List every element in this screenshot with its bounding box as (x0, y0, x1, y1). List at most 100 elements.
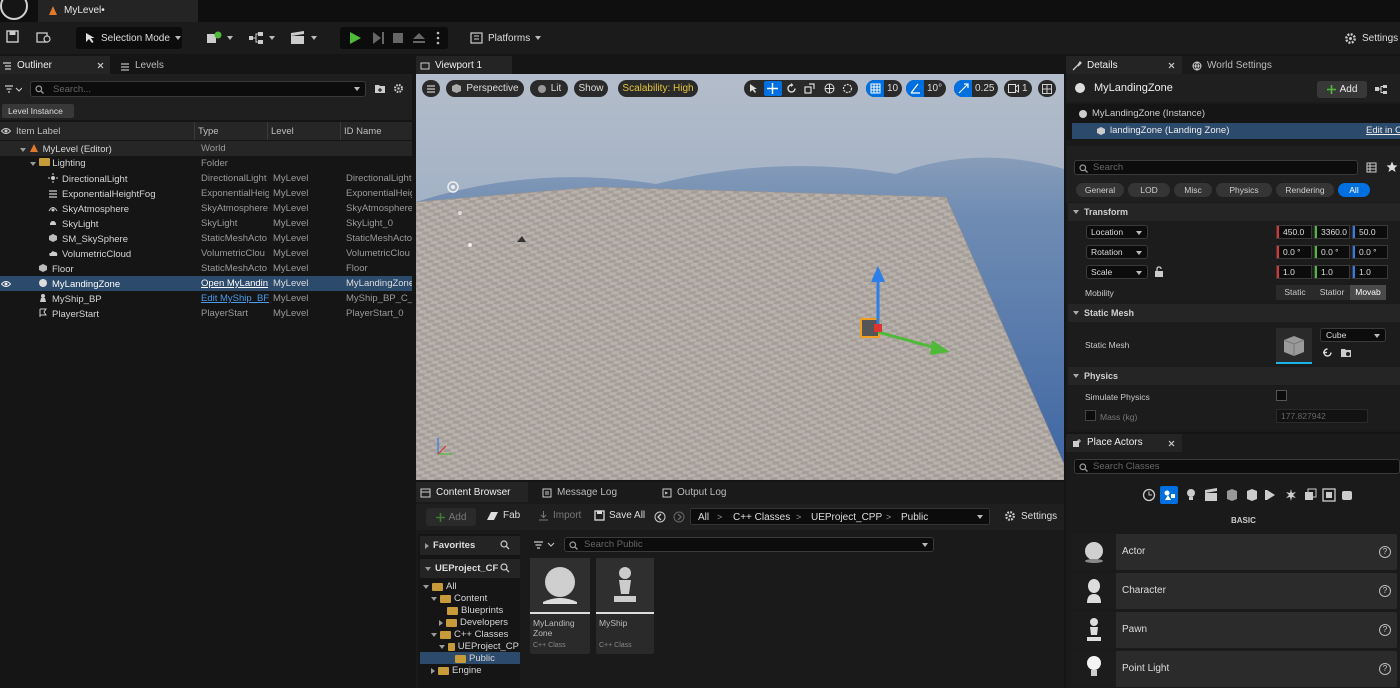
breadcrumb-item[interactable]: All (698, 512, 709, 523)
scale-y-field[interactable]: 1.0 (1314, 265, 1350, 279)
mobility-stationary[interactable]: Statior (1314, 285, 1350, 300)
add-component-button[interactable]: Add (1317, 81, 1367, 98)
perspective-button[interactable]: Perspective (446, 80, 524, 97)
tree-item[interactable]: All (423, 581, 457, 592)
save-icon[interactable] (6, 30, 19, 43)
mesh-thumbnail[interactable] (1276, 328, 1312, 364)
filter-icon[interactable] (4, 84, 22, 94)
grid-snap-button[interactable]: 10 (866, 80, 902, 97)
viewport[interactable] (416, 74, 1064, 480)
breadcrumb-item[interactable]: C++ Classes (733, 512, 790, 523)
surface-snap-icon[interactable] (842, 83, 853, 94)
content-settings-button[interactable]: Settings (1004, 510, 1057, 522)
mass-field[interactable]: 177.827942 (1276, 409, 1368, 423)
back-icon[interactable] (654, 511, 666, 523)
table-row[interactable]: Floor StaticMeshActo MyLevel Floor (0, 261, 412, 276)
search-icon[interactable] (500, 563, 510, 573)
physics-section-header[interactable]: Physics (1068, 367, 1400, 385)
table-row[interactable]: SkyLight SkyLight MyLevel SkyLight_0 (0, 216, 412, 231)
content-add-button[interactable]: Add (426, 508, 476, 526)
level-document-tab[interactable]: MyLevel• (38, 0, 198, 22)
scale-snap-button[interactable]: 0.25 (954, 80, 998, 97)
search-icon[interactable] (500, 540, 510, 550)
scale-z-field[interactable]: 1.0 (1352, 265, 1388, 279)
scalability-button[interactable]: Scalability: High (618, 80, 698, 97)
tab-levels[interactable]: Levels (120, 60, 164, 71)
add-folder-icon[interactable] (374, 83, 386, 94)
visual-effects-icon[interactable] (1225, 488, 1239, 502)
volumes-icon[interactable] (1264, 488, 1278, 502)
table-row[interactable]: DirectionalLight DirectionalLight MyLevel… (0, 171, 412, 186)
geometry-icon[interactable] (1245, 488, 1259, 502)
mobility-static[interactable]: Static (1276, 285, 1314, 300)
filter-lod[interactable]: LOD (1128, 183, 1170, 197)
column-id-name[interactable]: ID Name (344, 123, 381, 139)
help-icon[interactable]: ? (1379, 546, 1391, 558)
help-icon[interactable]: ? (1379, 663, 1391, 675)
rotation-z-field[interactable]: 0.0 ° (1352, 245, 1388, 259)
tab-message-log[interactable]: Message Log (542, 487, 617, 498)
rotation-snap-button[interactable]: 10° (906, 80, 946, 97)
rotation-y-field[interactable]: 0.0 ° (1314, 245, 1350, 259)
table-row[interactable]: Lighting Folder (0, 156, 412, 171)
table-row[interactable]: ExponentialHeightFog ExponentialHeig MyLe… (0, 186, 412, 201)
table-row[interactable]: PlayerStart PlayerStart MyLevel PlayerStar… (0, 306, 412, 321)
level-instance-button[interactable]: Level Instance (2, 104, 74, 118)
table-row[interactable]: MyLevel (Editor) World (0, 141, 412, 156)
scale-dropdown[interactable]: Scale (1086, 265, 1148, 279)
more-options-icon[interactable] (436, 31, 440, 45)
table-row-selected[interactable]: MyLandingZone Open MyLandin MyLevel MyLand… (0, 276, 412, 291)
place-actor-item[interactable]: Point Light? (1072, 651, 1397, 687)
show-button[interactable]: Show (574, 80, 608, 97)
eject-icon[interactable] (412, 31, 426, 45)
table-row[interactable]: MyShip_BP Edit MyShip_BF MyLevel MyShip_BP… (0, 291, 412, 306)
browse-icon[interactable] (1340, 347, 1352, 358)
cinematics-button[interactable] (290, 27, 320, 49)
lights-icon[interactable] (1185, 488, 1197, 502)
gear-icon[interactable] (393, 83, 404, 94)
filter-general[interactable]: General (1076, 183, 1124, 197)
import-button[interactable]: Import (538, 510, 581, 521)
help-icon[interactable]: ? (1379, 585, 1391, 597)
simulate-physics-checkbox[interactable] (1276, 390, 1287, 401)
location-dropdown[interactable]: Location (1086, 225, 1148, 239)
tree-item[interactable]: Developers (439, 617, 508, 628)
tab-output-log[interactable]: Output Log (662, 487, 726, 498)
tree-item[interactable]: Engine (431, 665, 482, 676)
eye-icon[interactable] (1, 127, 11, 135)
outliner-search-input[interactable]: Search... (30, 81, 366, 97)
column-item-label[interactable]: Item Label (16, 123, 60, 139)
star-icon[interactable] (1386, 161, 1398, 173)
table-row[interactable]: SM_SkySphere StaticMeshActo MyLevel Static… (0, 231, 412, 246)
breadcrumb-item[interactable]: Public (901, 512, 928, 523)
details-search-input[interactable]: Search (1074, 160, 1358, 175)
static-mesh-section-header[interactable]: Static Mesh (1068, 304, 1400, 322)
recent-icon[interactable] (1142, 488, 1156, 502)
filter-icon[interactable] (533, 540, 555, 550)
close-icon[interactable] (1168, 62, 1175, 69)
mesh-asset-dropdown[interactable]: Cube (1320, 328, 1386, 342)
help-icon[interactable]: ? (1379, 624, 1391, 636)
places-icon[interactable] (1322, 488, 1336, 502)
location-x-field[interactable]: 450.0 (1276, 225, 1312, 239)
all-classes-icon[interactable] (1284, 488, 1298, 502)
extra-category-icon[interactable] (1340, 488, 1354, 502)
content-history-icon[interactable] (36, 30, 51, 43)
chevron-down-icon[interactable] (977, 515, 983, 519)
place-actor-item[interactable]: Character? (1072, 573, 1397, 609)
filter-rendering[interactable]: Rendering (1276, 183, 1334, 197)
asset-tile[interactable]: MyShip C++ Class (596, 558, 654, 654)
save-all-button[interactable]: Save All (594, 510, 645, 521)
place-actor-item[interactable]: Actor? (1072, 534, 1397, 570)
rotate-icon[interactable] (786, 83, 797, 94)
filter-all[interactable]: All (1338, 183, 1370, 197)
table-row[interactable]: SkyAtmosphere SkyAtmosphere MyLevel SkyAtm… (0, 201, 412, 216)
tree-item[interactable]: Content (431, 593, 487, 604)
scale-icon[interactable] (804, 83, 815, 94)
play-icon[interactable] (348, 31, 362, 45)
tree-item[interactable]: C++ Classes (431, 629, 508, 640)
transform-section-header[interactable]: Transform (1068, 203, 1400, 221)
platforms-dropdown[interactable]: Platforms (470, 27, 544, 49)
place-actor-item[interactable]: Pawn? (1072, 612, 1397, 648)
settings-button[interactable]: Settings (1344, 27, 1400, 49)
